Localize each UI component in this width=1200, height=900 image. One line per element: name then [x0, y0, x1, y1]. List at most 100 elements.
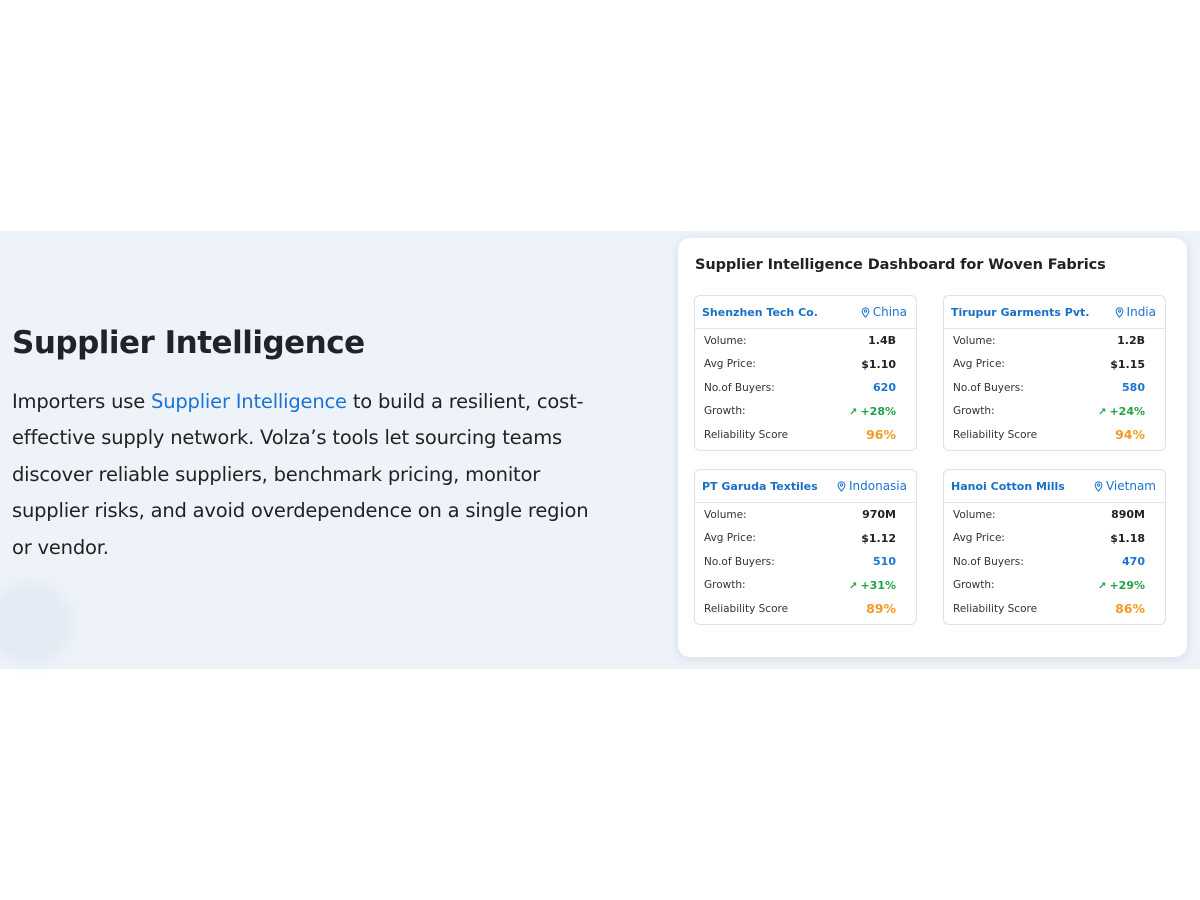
metric-label: Volume:: [953, 334, 996, 347]
description-rest: to build a resilient, cost-effective sup…: [12, 390, 589, 559]
metric-row-volume: Volume: 890M: [944, 503, 1165, 527]
metric-row-reliability: Reliability Score 89%: [695, 597, 916, 621]
metric-label: No.of Buyers:: [704, 381, 775, 394]
metric-label: Volume:: [704, 334, 747, 347]
location-text: China: [872, 305, 907, 319]
supplier-name: Hanoi Cotton Mills: [951, 479, 1065, 493]
metric-row-buyers: No.of Buyers: 620: [695, 376, 916, 400]
trend-up-icon: ↗: [1098, 406, 1107, 418]
metric-row-buyers: No.of Buyers: 510: [695, 550, 916, 574]
supplier-name: PT Garuda Textiles: [702, 479, 818, 493]
section-heading: Supplier Intelligence: [12, 325, 365, 361]
metric-label: Avg Price:: [953, 532, 1005, 545]
supplier-name: Tirupur Garments Pvt.: [951, 305, 1090, 319]
metric-row-growth: Growth: ↗ +29%: [944, 574, 1165, 598]
metric-label: No.of Buyers:: [704, 555, 775, 568]
metric-label: Reliability Score: [704, 428, 789, 441]
supplier-location: India: [1115, 305, 1156, 319]
metric-label: Growth:: [953, 405, 995, 418]
location-text: India: [1126, 305, 1156, 319]
trend-up-icon: ↗: [1098, 580, 1107, 592]
metric-label: No.of Buyers:: [953, 555, 1024, 568]
metric-label: Reliability Score: [953, 428, 1038, 441]
volume-value: 970M: [862, 508, 896, 522]
supplier-card[interactable]: Shenzhen Tech Co. China Volume: 1.4B Avg …: [694, 295, 917, 451]
metric-label: Growth:: [704, 579, 746, 592]
metric-label: Volume:: [953, 508, 996, 521]
growth-value: +28%: [860, 404, 896, 418]
supplier-location: Vietnam: [1094, 479, 1156, 493]
metric-label: Avg Price:: [704, 532, 756, 545]
supplier-card[interactable]: PT Garuda Textiles Indonasia Volume: 970M…: [694, 469, 917, 625]
location-text: Indonasia: [848, 479, 907, 493]
metric-row-volume: Volume: 1.2B: [944, 329, 1165, 353]
metric-label: Volume:: [704, 508, 747, 521]
trend-up-icon: ↗: [849, 406, 858, 418]
metric-label: Reliability Score: [704, 602, 789, 615]
volume-value: 1.2B: [1117, 334, 1145, 348]
trend-up-icon: ↗: [849, 580, 858, 592]
supplier-card[interactable]: Hanoi Cotton Mills Vietnam Volume: 890M A…: [943, 469, 1166, 625]
avg-price-value: $1.10: [861, 357, 896, 371]
location-text: Vietnam: [1105, 479, 1156, 493]
buyers-value: 510: [873, 555, 896, 569]
reliability-value: 86%: [1115, 601, 1145, 617]
metric-row-reliability: Reliability Score 96%: [695, 423, 916, 447]
map-pin-icon: [1094, 480, 1103, 492]
metric-label: Avg Price:: [704, 358, 756, 371]
supplier-name: Shenzhen Tech Co.: [702, 305, 818, 319]
metric-row-buyers: No.of Buyers: 580: [944, 376, 1165, 400]
metric-label: Growth:: [704, 405, 746, 418]
metric-row-avg-price: Avg Price: $1.10: [695, 353, 916, 377]
metric-label: Growth:: [953, 579, 995, 592]
metric-row-avg-price: Avg Price: $1.12: [695, 527, 916, 551]
growth-value: +29%: [1109, 578, 1145, 592]
avg-price-value: $1.18: [1110, 531, 1145, 545]
map-pin-icon: [1115, 306, 1123, 318]
supplier-location: China: [861, 305, 907, 319]
metric-label: Avg Price:: [953, 358, 1005, 371]
intro-section: Supplier Intelligence Importers use Supp…: [12, 322, 612, 566]
card-header: Shenzhen Tech Co. China: [695, 296, 916, 329]
growth-value-wrap: ↗ +24%: [1098, 405, 1145, 418]
volume-value: 1.4B: [868, 334, 896, 348]
reliability-value: 89%: [866, 601, 896, 617]
avg-price-value: $1.15: [1110, 357, 1145, 371]
map-pin-icon: [861, 306, 870, 318]
supplier-card[interactable]: Tirupur Garments Pvt. India Volume: 1.2B …: [943, 295, 1166, 451]
growth-value-wrap: ↗ +31%: [849, 579, 896, 592]
metric-row-avg-price: Avg Price: $1.15: [944, 353, 1165, 377]
supplier-location: Indonasia: [837, 479, 907, 493]
card-header: PT Garuda Textiles Indonasia: [695, 470, 916, 503]
section-description: Importers use Supplier Intelligence to b…: [12, 384, 612, 566]
map-pin-icon: [837, 480, 846, 492]
metric-row-growth: Growth: ↗ +31%: [695, 574, 916, 598]
reliability-value: 94%: [1115, 427, 1145, 443]
dashboard-panel: Supplier Intelligence Dashboard for Wove…: [678, 238, 1187, 657]
growth-value-wrap: ↗ +29%: [1098, 579, 1145, 592]
card-header: Tirupur Garments Pvt. India: [944, 296, 1165, 329]
dashboard-title: Supplier Intelligence Dashboard for Wove…: [695, 257, 1106, 273]
buyers-value: 620: [873, 381, 896, 395]
supplier-intelligence-link[interactable]: Supplier Intelligence: [151, 390, 347, 413]
reliability-value: 96%: [866, 427, 896, 443]
metric-row-volume: Volume: 970M: [695, 503, 916, 527]
metric-row-reliability: Reliability Score 94%: [944, 423, 1165, 447]
volume-value: 890M: [1111, 508, 1145, 522]
buyers-value: 470: [1122, 555, 1145, 569]
metric-row-reliability: Reliability Score 86%: [944, 597, 1165, 621]
metric-row-avg-price: Avg Price: $1.18: [944, 527, 1165, 551]
metric-row-growth: Growth: ↗ +28%: [695, 400, 916, 424]
growth-value: +31%: [860, 578, 896, 592]
metric-label: Reliability Score: [953, 602, 1038, 615]
metric-label: No.of Buyers:: [953, 381, 1024, 394]
card-header: Hanoi Cotton Mills Vietnam: [944, 470, 1165, 503]
metric-row-growth: Growth: ↗ +24%: [944, 400, 1165, 424]
avg-price-value: $1.12: [861, 531, 896, 545]
growth-value-wrap: ↗ +28%: [849, 405, 896, 418]
metric-row-buyers: No.of Buyers: 470: [944, 550, 1165, 574]
growth-value: +24%: [1109, 404, 1145, 418]
metric-row-volume: Volume: 1.4B: [695, 329, 916, 353]
description-lead: Importers use: [12, 390, 152, 413]
buyers-value: 580: [1122, 381, 1145, 395]
